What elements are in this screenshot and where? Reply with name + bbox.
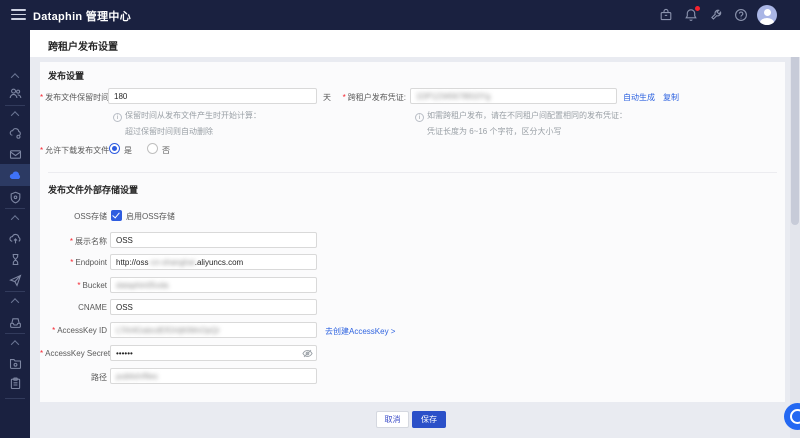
top-header: Dataphin 管理中心 <box>0 0 800 30</box>
oss-storage-label: OSS存储 <box>40 211 107 222</box>
sidebar-item-send[interactable] <box>0 269 30 291</box>
sidebar-item-cloud-upload[interactable] <box>0 227 30 249</box>
accesskey-id-label: *AccessKey ID <box>40 326 107 335</box>
sidebar-item-hourglass[interactable] <box>0 248 30 270</box>
allow-download-label: *允许下载发布文件 <box>40 145 106 156</box>
page-title: 跨租户发布设置 <box>48 38 118 53</box>
radio-no-label[interactable]: 否 <box>162 145 170 156</box>
left-sidebar <box>0 30 30 438</box>
settings-card: 发布设置 *发布文件保留时间: 天 i保留时间从发布文件产生时开始计算： 超过保… <box>40 62 785 402</box>
credential-hint-1: i如需跨租户发布，请在不同租户间配置相同的发布凭证： <box>415 110 627 122</box>
sidebar-collapse-group-3[interactable] <box>0 207 30 229</box>
floating-help-button[interactable] <box>784 403 800 430</box>
sidebar-item-folder[interactable] <box>0 352 30 374</box>
sidebar-collapse-group-4[interactable] <box>0 290 30 312</box>
bucket-input[interactable]: dataphin05vda <box>110 277 317 293</box>
notification-badge <box>695 6 700 11</box>
section-title-publish: 发布设置 <box>48 69 84 82</box>
accesskey-secret-input[interactable] <box>110 345 317 361</box>
info-icon: i <box>415 113 424 122</box>
avatar-head <box>764 9 771 16</box>
endpoint-input[interactable]: http://oss-cn-shanghai.aliyuncs.com <box>110 254 317 270</box>
copy-link[interactable]: 复制 <box>663 92 679 103</box>
path-input[interactable]: publish/files <box>110 368 317 384</box>
radio-yes[interactable] <box>109 143 120 154</box>
workbench-icon[interactable] <box>659 8 673 22</box>
credential-label: *跨租户发布凭证: <box>340 92 406 103</box>
sidebar-item-shield[interactable] <box>0 186 30 208</box>
create-accesskey-link[interactable]: 去创建AccessKey > <box>325 326 395 337</box>
radio-yes-label[interactable]: 是 <box>124 145 132 156</box>
info-icon: i <box>113 113 122 122</box>
sidebar-item-users[interactable] <box>0 82 30 104</box>
retention-input[interactable] <box>108 88 317 104</box>
sidebar-item-cloud-config[interactable] <box>0 122 30 144</box>
display-name-input[interactable] <box>110 232 317 248</box>
radio-no[interactable] <box>147 143 158 154</box>
avatar-body <box>760 18 774 26</box>
accesskey-secret-label: *AccessKey Secret <box>40 349 107 358</box>
retention-unit: 天 <box>323 92 331 103</box>
oss-enable-label[interactable]: 启用OSS存储 <box>126 211 175 222</box>
endpoint-label: *Endpoint <box>40 258 107 267</box>
path-label: 路径 <box>40 372 107 383</box>
section-title-storage: 发布文件外部存储设置 <box>48 183 138 196</box>
retention-hint-1: i保留时间从发布文件产生时开始计算： <box>113 110 261 122</box>
user-avatar[interactable] <box>757 5 777 25</box>
bell-icon[interactable] <box>684 8 698 22</box>
cname-input[interactable] <box>110 299 317 315</box>
section-divider <box>48 172 777 173</box>
app-title: Dataphin 管理中心 <box>33 8 131 24</box>
accesskey-id-input[interactable]: LTAI4GabcdEfGhIjKlMnOpQr <box>110 322 317 338</box>
credential-hint-2: 凭证长度为 6~16 个字符，区分大小写 <box>427 126 561 137</box>
scrollbar-thumb[interactable] <box>791 33 799 225</box>
menu-toggle-icon[interactable] <box>11 9 26 20</box>
sidebar-item-mail[interactable] <box>0 143 30 165</box>
display-name-label: *展示名称 <box>40 236 107 247</box>
sidebar-item-publish-active[interactable] <box>0 164 30 186</box>
auto-generate-link[interactable]: 自动生成 <box>623 92 655 103</box>
wrench-icon[interactable] <box>709 8 723 22</box>
sidebar-item-inbox[interactable] <box>0 311 30 333</box>
bucket-label: *Bucket <box>40 281 107 290</box>
cancel-button[interactable]: 取消 <box>376 411 409 428</box>
retention-label: *发布文件保留时间: <box>40 92 106 103</box>
sidebar-item-clipboard[interactable] <box>0 372 30 394</box>
credential-input[interactable]: 1DP12345678910Yg <box>410 88 617 104</box>
cname-label: CNAME <box>40 303 107 312</box>
help-icon[interactable] <box>734 8 748 22</box>
retention-hint-2: 超过保留时间则自动删除 <box>125 126 213 137</box>
save-button[interactable]: 保存 <box>412 411 446 428</box>
page-titlebar: 跨租户发布设置 <box>30 30 800 57</box>
eye-invisible-icon[interactable] <box>302 348 313 359</box>
oss-enable-checkbox[interactable] <box>111 210 122 221</box>
sidebar-collapse-group-5[interactable] <box>0 332 30 354</box>
scrollbar-track[interactable] <box>790 30 800 438</box>
